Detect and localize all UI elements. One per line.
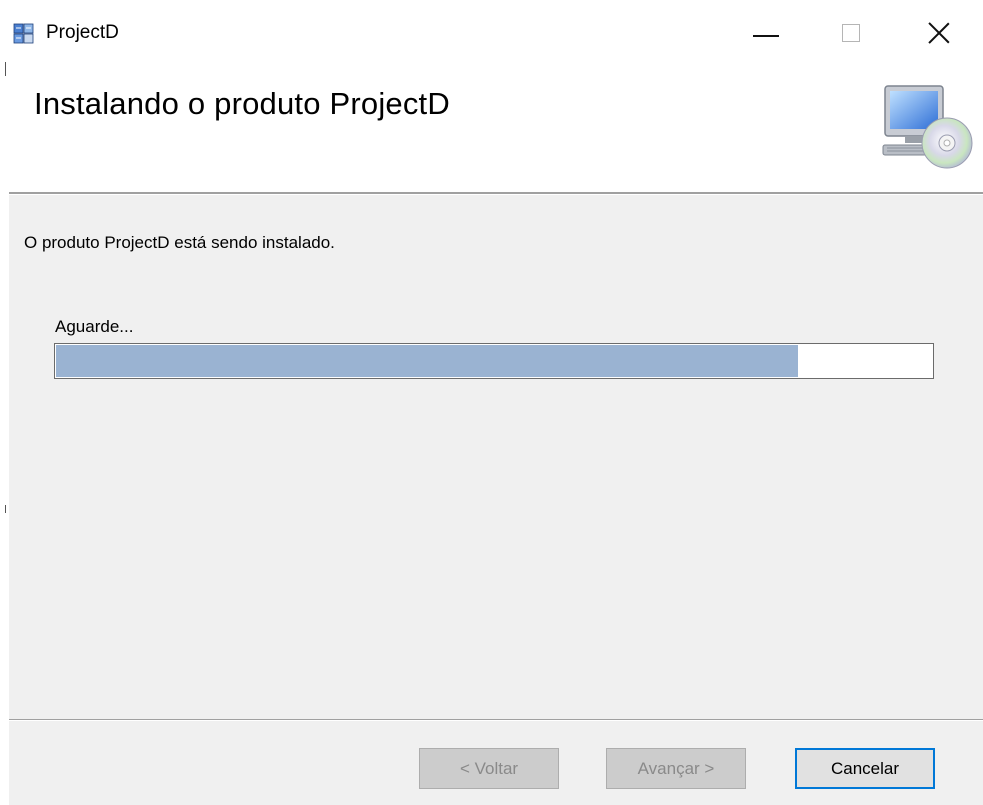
content-area: O produto ProjectD está sendo instalado.… bbox=[9, 195, 983, 719]
minimize-button[interactable] bbox=[736, 10, 796, 56]
status-text: O produto ProjectD está sendo instalado. bbox=[24, 233, 335, 252]
edge-mark bbox=[5, 62, 6, 76]
edge-mark bbox=[5, 505, 6, 513]
next-button[interactable]: Avançar > bbox=[606, 748, 746, 789]
button-footer: < Voltar Avançar > Cancelar bbox=[9, 721, 983, 805]
maximize-icon bbox=[842, 24, 860, 42]
installer-window: ProjectD Instalando o produto ProjectD O… bbox=[0, 0, 983, 805]
close-button[interactable] bbox=[909, 10, 969, 56]
progress-fill bbox=[56, 345, 798, 377]
window-left-edge bbox=[0, 0, 9, 805]
back-button[interactable]: < Voltar bbox=[419, 748, 559, 789]
minimize-icon bbox=[753, 35, 779, 37]
progress-label: Aguarde... bbox=[55, 317, 134, 336]
computer-cd-icon bbox=[882, 85, 973, 169]
window-title: ProjectD bbox=[46, 22, 119, 43]
close-icon bbox=[928, 22, 950, 44]
cancel-button[interactable]: Cancelar bbox=[795, 748, 935, 789]
header-banner: Instalando o produto ProjectD bbox=[9, 62, 983, 192]
page-title: Instalando o produto ProjectD bbox=[34, 86, 450, 121]
maximize-button[interactable] bbox=[821, 10, 881, 56]
installer-app-icon bbox=[13, 23, 34, 44]
install-progress-bar bbox=[54, 343, 934, 379]
title-bar[interactable]: ProjectD bbox=[9, 0, 983, 62]
